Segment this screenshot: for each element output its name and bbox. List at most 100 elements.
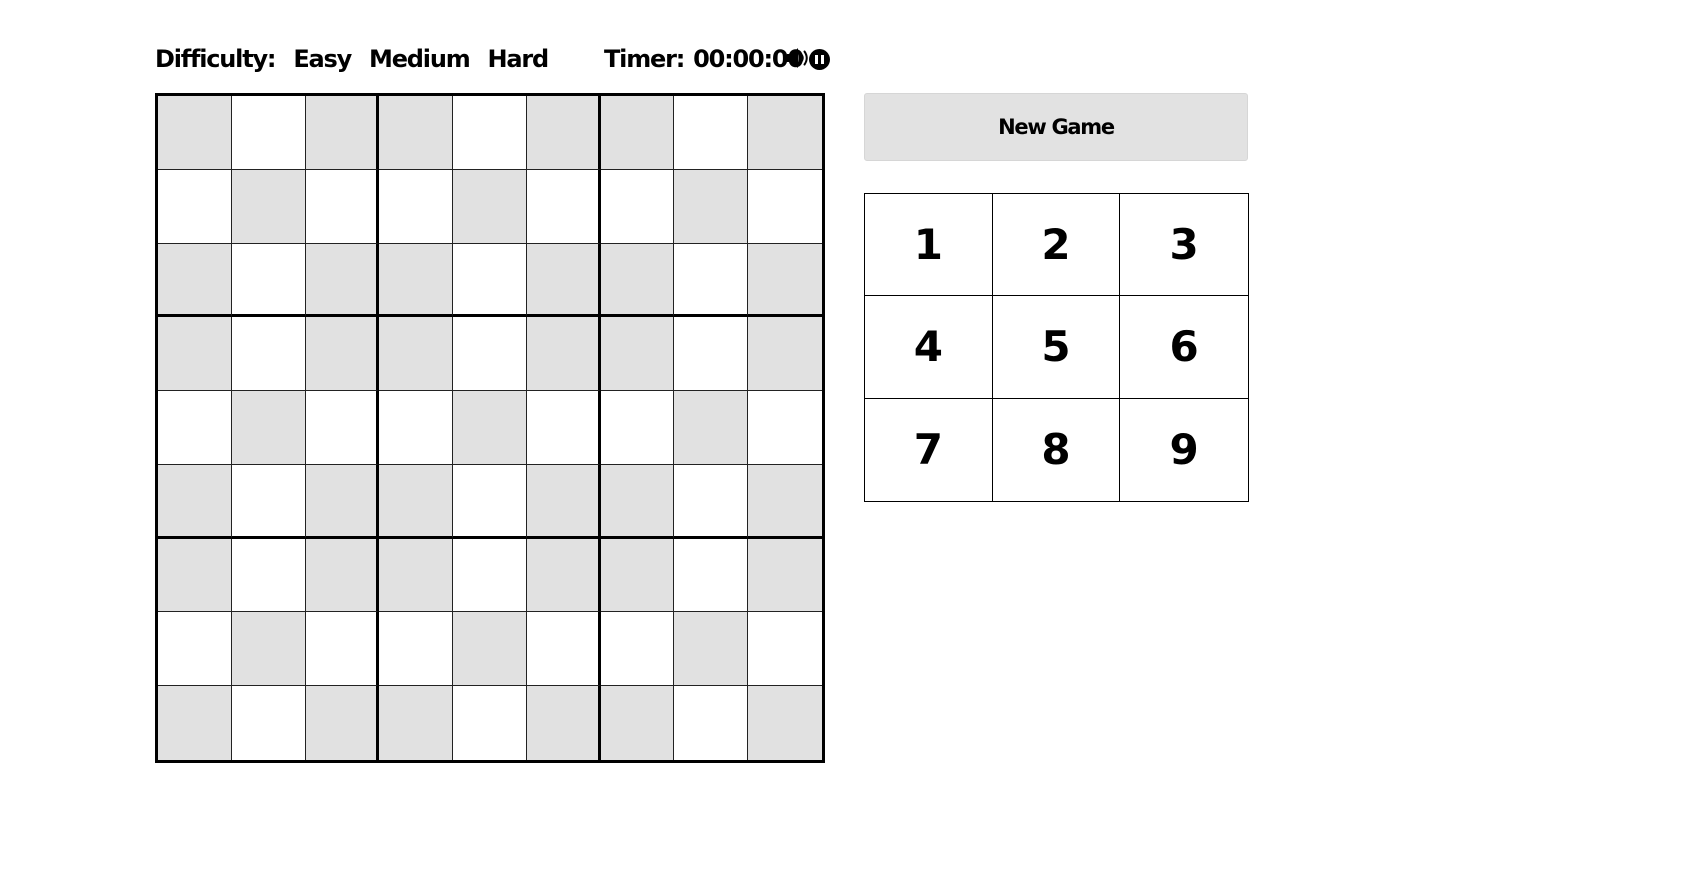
number-button-9[interactable]: 9 [1120, 398, 1248, 501]
board-cell-r4-c1[interactable] [158, 317, 232, 392]
board-cell-r3-c4[interactable] [379, 243, 454, 318]
board-cell-r9-c3[interactable] [305, 686, 380, 760]
difficulty-hard-button[interactable]: Hard [488, 45, 550, 73]
board-cell-r8-c2[interactable] [231, 612, 306, 687]
board-cell-r2-c5[interactable] [453, 169, 527, 244]
board-cell-r7-c8[interactable] [674, 538, 749, 613]
number-pad: 123 456 789 [864, 193, 1249, 502]
board-cell-r2-c8[interactable] [674, 169, 749, 244]
number-button-6[interactable]: 6 [1120, 296, 1248, 399]
board-cell-r1-c3[interactable] [305, 96, 380, 170]
board-cell-r1-c4[interactable] [379, 96, 454, 170]
difficulty-easy-button[interactable]: Easy [293, 45, 352, 73]
board-cell-r2-c9[interactable] [748, 169, 822, 244]
board-cell-r9-c9[interactable] [748, 686, 822, 760]
sudoku-board [155, 93, 825, 763]
board-cell-r5-c3[interactable] [305, 391, 380, 465]
board-cell-r9-c4[interactable] [379, 686, 454, 760]
board-cell-r5-c8[interactable] [674, 391, 749, 465]
board-cell-r8-c5[interactable] [453, 612, 527, 687]
difficulty-label: Difficulty: [155, 45, 277, 73]
number-button-2[interactable]: 2 [992, 194, 1121, 297]
board-cell-r6-c3[interactable] [305, 464, 380, 539]
board-cell-r7-c1[interactable] [158, 538, 232, 613]
board-cell-r8-c7[interactable] [600, 612, 675, 687]
board-cell-r2-c2[interactable] [231, 169, 306, 244]
board-cell-r5-c1[interactable] [158, 391, 232, 465]
board-cell-r7-c9[interactable] [748, 538, 822, 613]
board-cell-r8-c4[interactable] [379, 612, 454, 687]
board-cell-r5-c7[interactable] [600, 391, 675, 465]
board-cell-r1-c1[interactable] [158, 96, 232, 170]
board-cell-r7-c4[interactable] [379, 538, 454, 613]
board-cell-r2-c7[interactable] [600, 169, 675, 244]
board-cell-r5-c9[interactable] [748, 391, 822, 465]
board-cell-r7-c3[interactable] [305, 538, 380, 613]
timer-label: Timer: [604, 45, 685, 73]
difficulty-medium-button[interactable]: Medium [369, 45, 471, 73]
board-cell-r3-c8[interactable] [674, 243, 749, 318]
board-cell-r5-c4[interactable] [379, 391, 454, 465]
number-button-1[interactable]: 1 [865, 194, 993, 297]
board-cell-r9-c8[interactable] [674, 686, 749, 760]
sound-icon[interactable] [785, 45, 813, 71]
board-cell-r1-c8[interactable] [674, 96, 749, 170]
board-cell-r5-c2[interactable] [231, 391, 306, 465]
board-cell-r9-c7[interactable] [600, 686, 675, 760]
board-cell-r5-c5[interactable] [453, 391, 527, 465]
board-cell-r9-c5[interactable] [453, 686, 527, 760]
number-button-5[interactable]: 5 [992, 296, 1121, 399]
number-button-3[interactable]: 3 [1120, 194, 1248, 297]
board-cell-r6-c4[interactable] [379, 464, 454, 539]
board-cell-r6-c9[interactable] [748, 464, 822, 539]
board-cell-r4-c2[interactable] [231, 317, 306, 392]
board-cell-r7-c2[interactable] [231, 538, 306, 613]
board-cell-r9-c1[interactable] [158, 686, 232, 760]
board-cell-r3-c1[interactable] [158, 243, 232, 318]
board-cell-r2-c4[interactable] [379, 169, 454, 244]
board-cell-r3-c7[interactable] [600, 243, 675, 318]
board-cell-r4-c9[interactable] [748, 317, 822, 392]
board-cell-r6-c6[interactable] [526, 464, 601, 539]
number-button-7[interactable]: 7 [865, 398, 993, 501]
board-cell-r1-c9[interactable] [748, 96, 822, 170]
board-cell-r4-c6[interactable] [526, 317, 601, 392]
board-cell-r6-c7[interactable] [600, 464, 675, 539]
board-cell-r3-c6[interactable] [526, 243, 601, 318]
board-cell-r4-c4[interactable] [379, 317, 454, 392]
board-cell-r1-c6[interactable] [526, 96, 601, 170]
board-cell-r2-c1[interactable] [158, 169, 232, 244]
board-cell-r7-c5[interactable] [453, 538, 527, 613]
board-cell-r6-c1[interactable] [158, 464, 232, 539]
board-cell-r7-c7[interactable] [600, 538, 675, 613]
number-button-8[interactable]: 8 [992, 398, 1121, 501]
number-button-4[interactable]: 4 [865, 296, 993, 399]
board-cell-r4-c3[interactable] [305, 317, 380, 392]
board-cell-r3-c9[interactable] [748, 243, 822, 318]
board-cell-r2-c3[interactable] [305, 169, 380, 244]
board-cell-r3-c2[interactable] [231, 243, 306, 318]
board-cell-r8-c8[interactable] [674, 612, 749, 687]
board-cell-r9-c6[interactable] [526, 686, 601, 760]
sudoku-app: Difficulty: Easy Medium Hard Timer: 00:0… [0, 0, 1701, 896]
board-cell-r7-c6[interactable] [526, 538, 601, 613]
board-cell-r1-c7[interactable] [600, 96, 675, 170]
board-cell-r8-c1[interactable] [158, 612, 232, 687]
board-cell-r1-c5[interactable] [453, 96, 527, 170]
board-cell-r1-c2[interactable] [231, 96, 306, 170]
new-game-button[interactable]: New Game [864, 93, 1248, 161]
board-cell-r6-c8[interactable] [674, 464, 749, 539]
board-cell-r6-c5[interactable] [453, 464, 527, 539]
board-cell-r9-c2[interactable] [231, 686, 306, 760]
board-cell-r6-c2[interactable] [231, 464, 306, 539]
board-cell-r8-c6[interactable] [526, 612, 601, 687]
board-cell-r8-c9[interactable] [748, 612, 822, 687]
board-cell-r2-c6[interactable] [526, 169, 601, 244]
board-cell-r3-c5[interactable] [453, 243, 527, 318]
board-cell-r3-c3[interactable] [305, 243, 380, 318]
board-cell-r8-c3[interactable] [305, 612, 380, 687]
board-cell-r4-c5[interactable] [453, 317, 527, 392]
board-cell-r4-c8[interactable] [674, 317, 749, 392]
board-cell-r4-c7[interactable] [600, 317, 675, 392]
board-cell-r5-c6[interactable] [526, 391, 601, 465]
